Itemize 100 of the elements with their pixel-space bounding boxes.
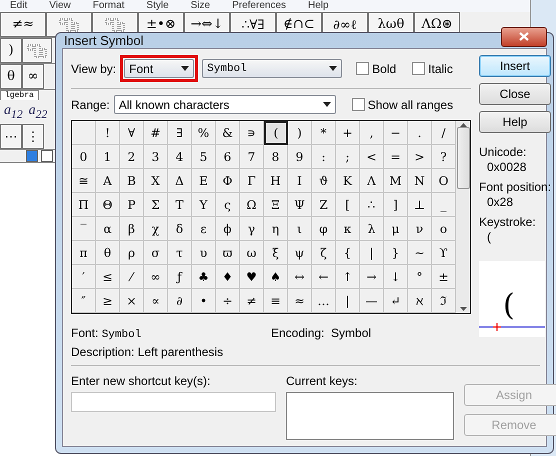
- symbol-cell[interactable]: ζ: [312, 241, 336, 265]
- symbol-cell[interactable]: ω: [240, 241, 264, 265]
- symbol-cell[interactable]: {: [336, 241, 360, 265]
- symbol-cell[interactable]: Υ: [192, 193, 216, 217]
- symbol-cell[interactable]: Ι: [288, 169, 312, 193]
- symbol-cell[interactable]: ~: [408, 241, 432, 265]
- symbol-cell[interactable]: σ: [144, 241, 168, 265]
- symbol-cell[interactable]: %: [192, 121, 216, 145]
- symbol-cell[interactable]: π: [72, 241, 96, 265]
- symbol-cell[interactable]: Φ: [216, 169, 240, 193]
- menu-item[interactable]: View: [49, 0, 71, 12]
- symbol-cell[interactable]: ∝: [144, 289, 168, 313]
- menu-item[interactable]: Help: [308, 0, 329, 12]
- menu-item[interactable]: Style: [146, 0, 169, 12]
- symbol-cell[interactable]: Χ: [144, 169, 168, 193]
- symbol-cell[interactable]: ρ: [120, 241, 144, 265]
- palette-button[interactable]: ≠≈: [0, 12, 46, 37]
- symbol-cell[interactable]: ≅: [72, 169, 96, 193]
- palette-button[interactable]: ⋯: [0, 124, 22, 149]
- symbol-cell[interactable]: ↔: [288, 265, 312, 289]
- symbol-cell[interactable]: Γ: [240, 169, 264, 193]
- symbol-cell[interactable]: °: [408, 265, 432, 289]
- symbol-cell[interactable]: α: [96, 217, 120, 241]
- symbol-cell[interactable]: ƒ: [168, 265, 192, 289]
- view-by-dropdown[interactable]: Font: [124, 59, 194, 78]
- symbol-cell[interactable]: θ: [96, 241, 120, 265]
- symbol-cell[interactable]: η: [264, 217, 288, 241]
- symbol-cell[interactable]: 5: [192, 145, 216, 169]
- symbol-cell[interactable]: Δ: [168, 169, 192, 193]
- symbol-cell[interactable]: 6: [216, 145, 240, 169]
- symbol-cell[interactable]: ∃: [168, 121, 192, 145]
- symbol-cell[interactable]: Ξ: [264, 193, 288, 217]
- symbol-cell[interactable]: ς: [216, 193, 240, 217]
- symbol-cell[interactable]: /: [432, 121, 456, 145]
- palette-button[interactable]: ): [0, 38, 22, 63]
- symbol-cell[interactable]: |: [360, 241, 384, 265]
- symbol-cell[interactable]: υ: [192, 241, 216, 265]
- symbol-cell[interactable]: Ρ: [120, 193, 144, 217]
- symbol-cell[interactable]: ♥: [240, 265, 264, 289]
- symbol-cell[interactable]: —: [360, 289, 384, 313]
- symbol-cell[interactable]: Κ: [336, 169, 360, 193]
- symbol-cell[interactable]: ≈: [288, 289, 312, 313]
- symbol-cell[interactable]: ϕ: [216, 217, 240, 241]
- symbol-cell[interactable]: →: [360, 265, 384, 289]
- symbol-cell[interactable]: ϑ: [312, 169, 336, 193]
- symbol-cell[interactable]: ξ: [264, 241, 288, 265]
- symbol-cell[interactable]: >: [408, 145, 432, 169]
- symbol-cell[interactable]: ]: [384, 193, 408, 217]
- symbol-cell[interactable]: ′: [72, 265, 96, 289]
- palette-tab[interactable]: lgebra: [0, 90, 39, 100]
- menu-item[interactable]: Size: [190, 0, 210, 12]
- symbol-cell[interactable]: Μ: [384, 169, 408, 193]
- symbol-cell[interactable]: ≡: [264, 289, 288, 313]
- symbol-cell[interactable]: }: [384, 241, 408, 265]
- symbol-cell[interactable]: 8: [264, 145, 288, 169]
- symbol-cell[interactable]: φ: [312, 217, 336, 241]
- symbol-cell[interactable]: ÷: [216, 289, 240, 313]
- dialog-button[interactable]: Help: [479, 111, 551, 133]
- symbol-cell[interactable]: ε: [192, 217, 216, 241]
- symbol-cell[interactable]: •: [192, 289, 216, 313]
- symbol-cell[interactable]: :: [312, 145, 336, 169]
- symbol-cell[interactable]: Ω: [240, 193, 264, 217]
- symbol-cell[interactable]: +: [336, 121, 360, 145]
- symbol-cell[interactable]: ν: [408, 217, 432, 241]
- symbol-cell[interactable]: χ: [144, 217, 168, 241]
- symbol-cell[interactable]: ↓: [384, 265, 408, 289]
- symbol-cell[interactable]: ℵ: [408, 289, 432, 313]
- symbol-cell[interactable]: ∞: [144, 265, 168, 289]
- symbol-cell[interactable]: ∴: [360, 193, 384, 217]
- symbol-cell[interactable]: ℑ: [432, 289, 456, 313]
- symbol-cell[interactable]: 3: [144, 145, 168, 169]
- symbol-cell[interactable]: |: [336, 289, 360, 313]
- symbol-cell[interactable]: 2: [120, 145, 144, 169]
- symbol-cell[interactable]: ≠: [240, 289, 264, 313]
- symbol-cell[interactable]: Π: [72, 193, 96, 217]
- symbol-cell[interactable]: ψ: [288, 241, 312, 265]
- symbol-cell[interactable]: −: [384, 121, 408, 145]
- symbol-cell[interactable]: ←: [312, 265, 336, 289]
- palette-button[interactable]: ∞: [22, 64, 44, 89]
- symbol-cell[interactable]: λ: [360, 217, 384, 241]
- symbol-cell[interactable]: &: [216, 121, 240, 145]
- symbol-cell[interactable]: #: [144, 121, 168, 145]
- symbol-cell[interactable]: ♣: [192, 265, 216, 289]
- symbol-cell[interactable]: Ν: [408, 169, 432, 193]
- symbol-cell[interactable]: 4: [168, 145, 192, 169]
- dialog-button[interactable]: Insert: [479, 55, 551, 77]
- symbol-cell[interactable]: ×: [120, 289, 144, 313]
- symbol-cell[interactable]: 9: [288, 145, 312, 169]
- symbol-cell[interactable]: ≥: [96, 289, 120, 313]
- symbol-cell[interactable]: ♦: [216, 265, 240, 289]
- symbol-cell[interactable]: μ: [384, 217, 408, 241]
- symbol-cell[interactable]: Β: [120, 169, 144, 193]
- symbol-cell[interactable]: ∂: [168, 289, 192, 313]
- symbol-cell[interactable]: (: [264, 121, 288, 145]
- symbol-cell[interactable]: ι: [288, 217, 312, 241]
- symbol-cell[interactable]: Ψ: [288, 193, 312, 217]
- symbol-cell[interactable]: *: [312, 121, 336, 145]
- menu-item[interactable]: Format: [92, 0, 124, 12]
- symbol-cell[interactable]: Ζ: [312, 193, 336, 217]
- symbol-cell[interactable]: ): [288, 121, 312, 145]
